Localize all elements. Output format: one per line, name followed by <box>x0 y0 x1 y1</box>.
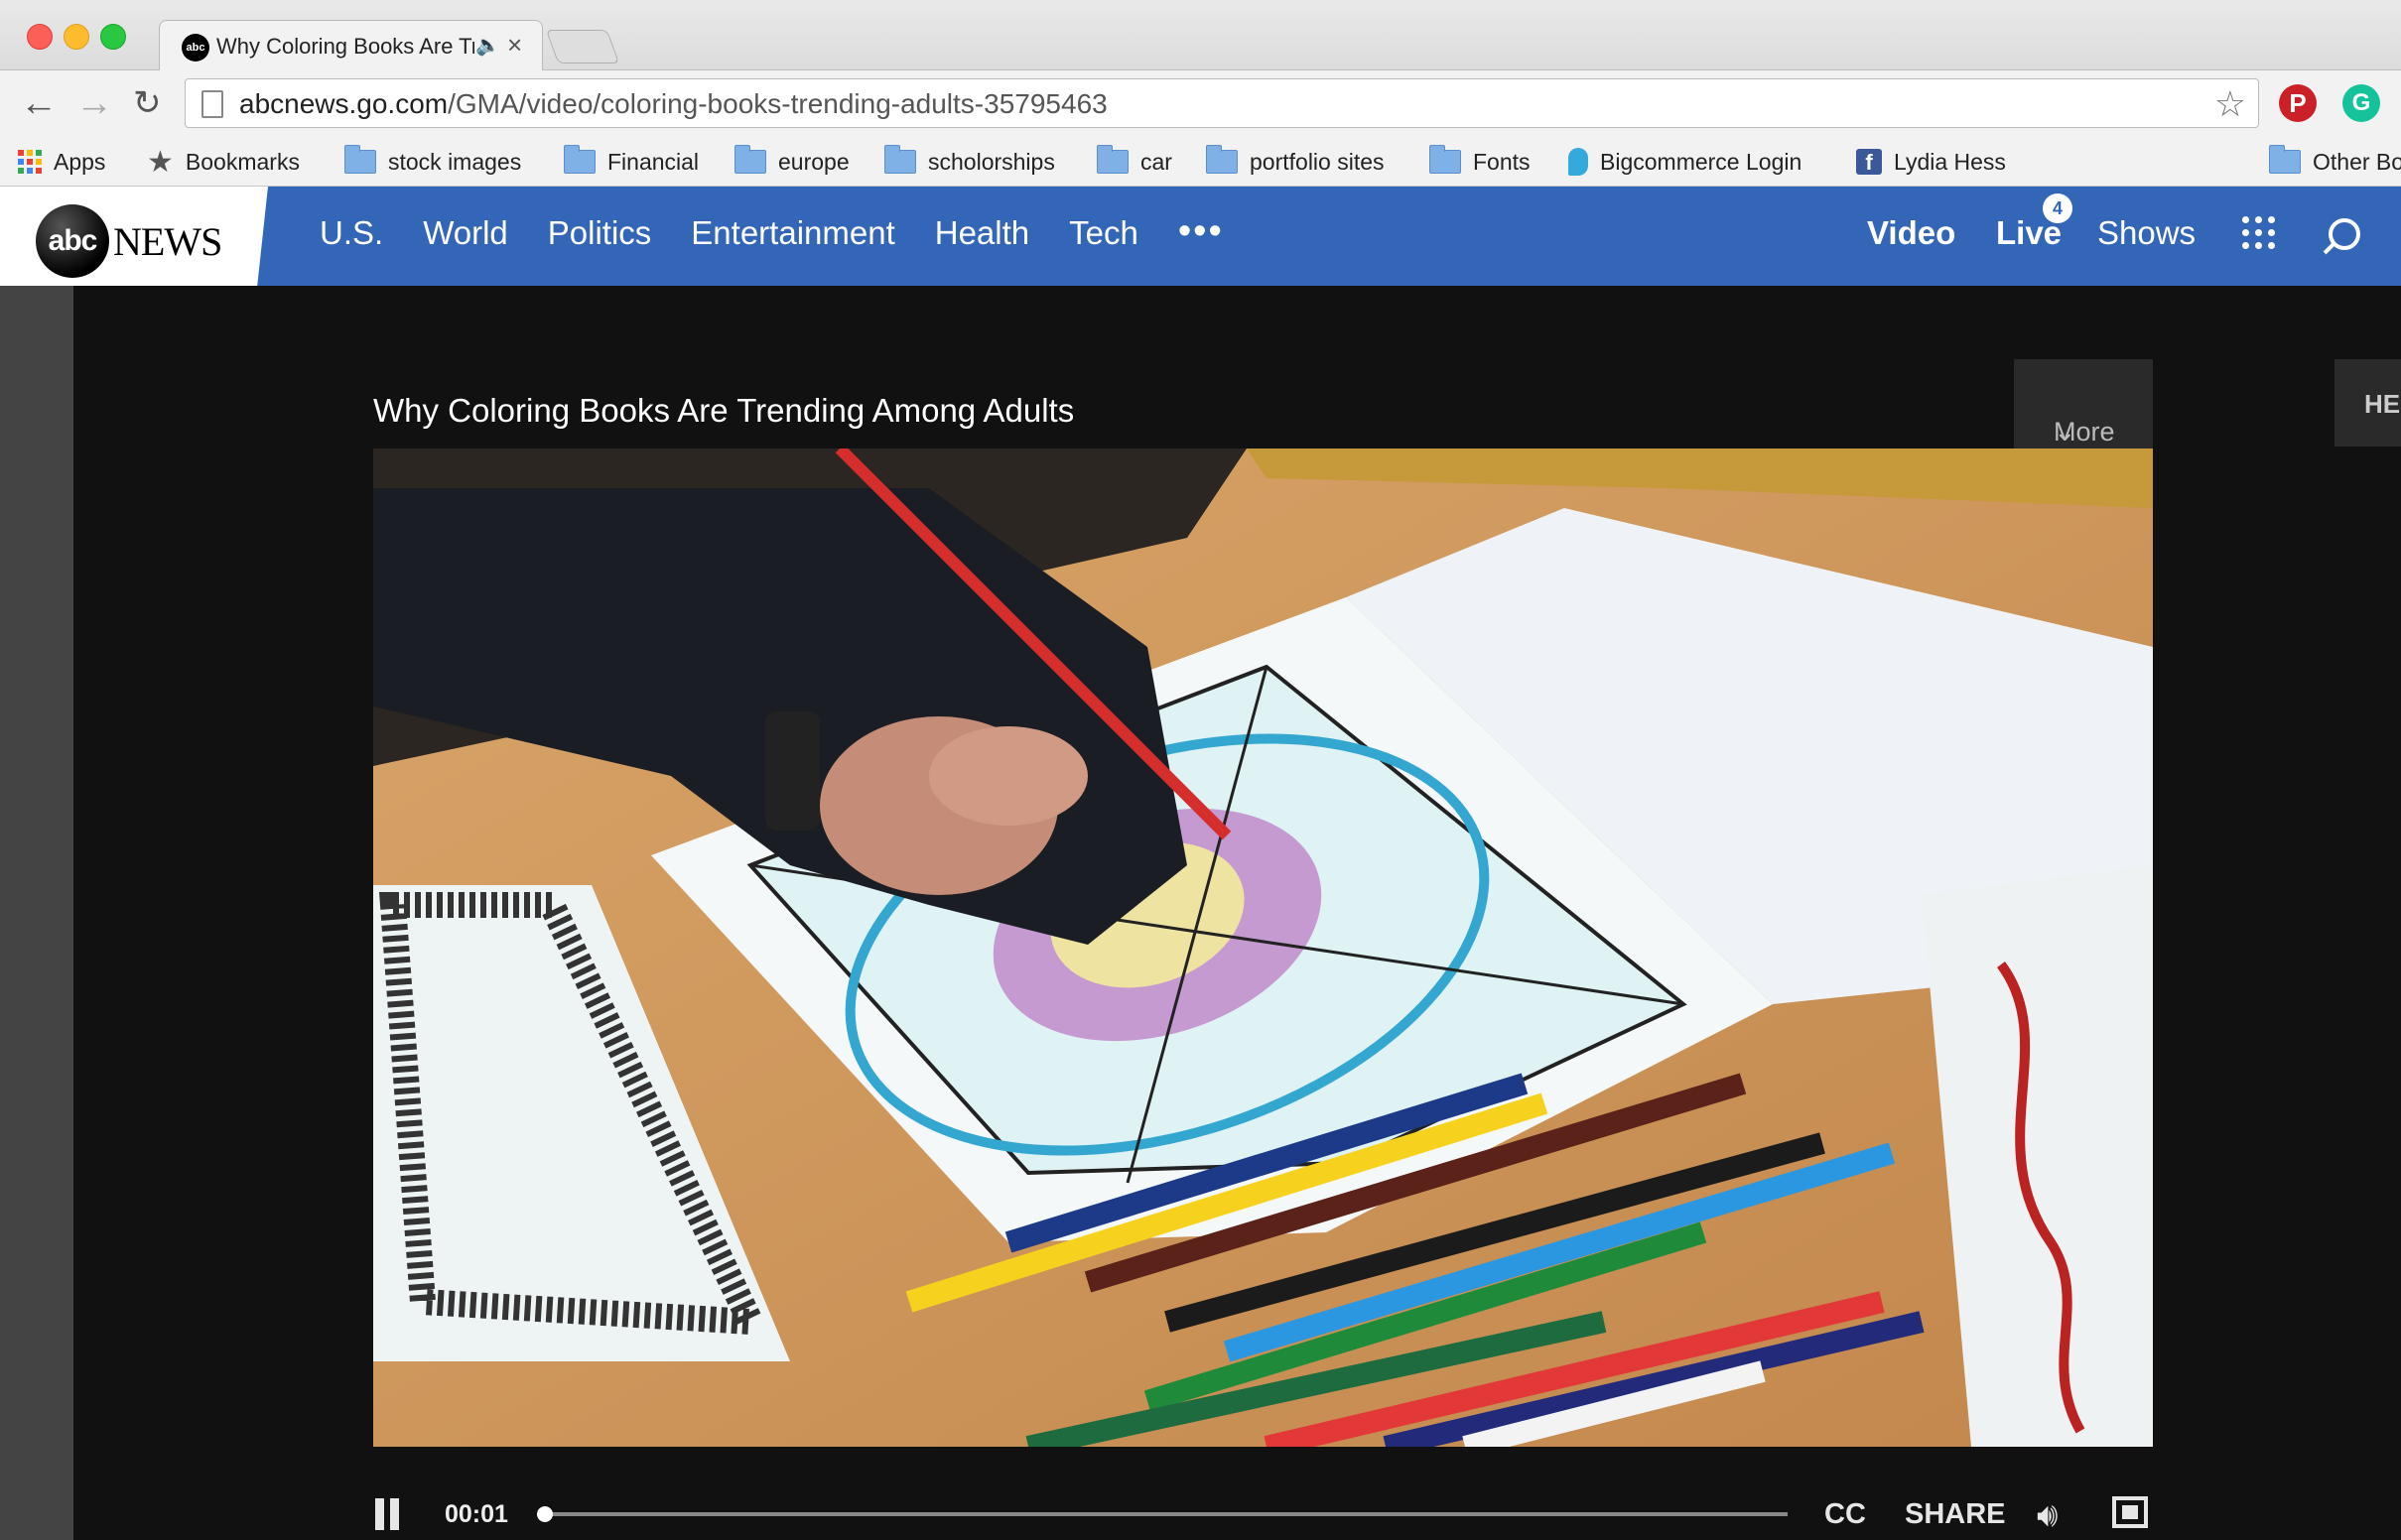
browser-chrome: abc Why Coloring Books Are Trending Amon… <box>0 0 2401 307</box>
bookmark-bigcommerce-login[interactable]: Bigcommerce Login <box>1568 146 1801 178</box>
nav-more-icon[interactable]: ••• <box>1178 212 1224 250</box>
bookmark-label: Bigcommerce Login <box>1600 148 1802 175</box>
bookmark-label: Apps <box>54 148 106 175</box>
fullscreen-icon[interactable] <box>2112 1496 2148 1528</box>
tab-close-icon[interactable]: × <box>507 30 522 61</box>
bookmark-label: portfolio sites <box>1250 148 1385 175</box>
star-icon: ★ <box>147 145 174 179</box>
side-panel-tab[interactable]: HE <box>2334 359 2401 447</box>
video-controls: 00:01 CC SHARE 🔊︎ <box>373 1478 2153 1540</box>
folder-icon <box>884 145 916 174</box>
share-button[interactable]: SHARE <box>1905 1498 2006 1531</box>
side-tab-label: HE <box>2364 389 2401 419</box>
new-tab-button[interactable] <box>545 30 620 64</box>
bookmark-apps[interactable]: Apps <box>18 146 105 178</box>
folder-icon <box>1429 145 1461 174</box>
browser-tab[interactable]: abc Why Coloring Books Are Trending Amon… <box>159 20 543 71</box>
bookmark-label: Fonts <box>1473 148 1531 175</box>
left-sidebar <box>0 286 73 1540</box>
bookmark-label: Bookmarks <box>185 148 300 175</box>
bookmark-label: europe <box>778 148 850 175</box>
browser-toolbar: ← → ↻ abcnews.go.com/GMA/video/coloring-… <box>0 70 2401 138</box>
live-count-badge: 4 <box>2043 193 2072 223</box>
nav-entertainment[interactable]: Entertainment <box>691 214 894 252</box>
grammarly-extension-icon[interactable]: G <box>2342 84 2380 122</box>
bookmark-scholorships[interactable]: scholorships <box>884 145 1055 178</box>
nav-us[interactable]: U.S. <box>320 214 383 252</box>
folder-icon <box>1097 145 1129 174</box>
tab-title: Why Coloring Books Are Trending Among Ad… <box>216 34 474 59</box>
video-frame-image <box>373 449 2153 1447</box>
nav-tech[interactable]: Tech <box>1069 214 1138 252</box>
reload-icon[interactable]: ↻ <box>133 86 162 120</box>
bookmark-label: Other Bo <box>2313 148 2401 175</box>
bookmark-car[interactable]: car <box>1097 145 1172 178</box>
bookmark-stock-images[interactable]: stock images <box>344 145 522 178</box>
folder-icon <box>344 145 376 174</box>
bookmarks-bar: Apps ★ Bookmarks stock images Financial … <box>0 138 2401 307</box>
zoom-window-button[interactable] <box>100 24 126 50</box>
search-icon[interactable] <box>2329 218 2360 250</box>
folder-icon <box>1206 145 1238 174</box>
bookmark-bookmarks[interactable]: ★ Bookmarks <box>147 145 300 179</box>
progress-bar[interactable] <box>536 1506 1788 1522</box>
bookmark-label: Financial <box>607 148 700 175</box>
close-window-button[interactable] <box>27 24 53 50</box>
abc-logo-icon: abc <box>36 204 109 278</box>
video-title: Why Coloring Books Are Trending Among Ad… <box>373 392 1075 429</box>
address-bar[interactable]: abcnews.go.com/GMA/video/coloring-books-… <box>185 78 2259 128</box>
progress-handle[interactable] <box>536 1506 553 1522</box>
bookmark-label: Lydia Hess <box>1894 148 2006 175</box>
pinterest-extension-icon[interactable]: P <box>2279 84 2317 122</box>
volume-icon[interactable]: 🔊︎ <box>2037 1496 2058 1535</box>
closed-captions-button[interactable]: CC <box>1824 1498 1866 1531</box>
folder-icon <box>2269 145 2301 174</box>
current-time: 00:01 <box>445 1500 508 1528</box>
bookmark-financial[interactable]: Financial <box>564 145 700 178</box>
nav-video[interactable]: Video <box>1867 214 1955 252</box>
main-nav: U.S. World Politics Entertainment Health… <box>320 212 1224 252</box>
chevron-down-icon: ⌄ <box>2054 417 2076 447</box>
bookmark-fonts[interactable]: Fonts <box>1429 145 1531 178</box>
bookmark-label: car <box>1140 148 1172 175</box>
logo-wordmark: NEWS <box>113 219 222 264</box>
nav-world[interactable]: World <box>423 214 508 252</box>
bookmark-portfolio-sites[interactable]: portfolio sites <box>1206 145 1385 178</box>
apps-menu-icon[interactable] <box>2242 216 2275 249</box>
facebook-icon: f <box>1856 149 1882 175</box>
bookmark-star-icon[interactable]: ☆ <box>2214 83 2246 125</box>
nav-politics[interactable]: Politics <box>548 214 652 252</box>
bookmark-label: scholorships <box>928 148 1055 175</box>
bookmark-europe[interactable]: europe <box>734 145 850 178</box>
abc-news-logo[interactable]: abc NEWS <box>0 187 268 286</box>
site-header: abc NEWS U.S. World Politics Entertainme… <box>0 187 2401 286</box>
minimize-window-button[interactable] <box>64 24 89 50</box>
bookmark-lydia-hess[interactable]: f Lydia Hess <box>1856 146 2006 178</box>
back-arrow-icon[interactable]: ← <box>20 84 58 122</box>
abc-favicon-icon: abc <box>182 34 209 62</box>
folder-icon <box>564 145 596 174</box>
url-text[interactable]: abcnews.go.com/GMA/video/coloring-books-… <box>239 88 1108 120</box>
pause-icon[interactable] <box>373 1498 401 1530</box>
folder-icon <box>734 145 766 174</box>
nav-health[interactable]: Health <box>935 214 1029 252</box>
more-dropdown-button[interactable]: More ⌄ <box>2014 359 2153 449</box>
forward-arrow-icon[interactable]: → <box>75 84 113 122</box>
speaker-icon[interactable]: 🔈 <box>475 33 500 58</box>
bigcommerce-icon <box>1568 148 1588 176</box>
bookmark-label: stock images <box>388 148 522 175</box>
apps-grid-icon <box>18 150 42 174</box>
title-bar: abc Why Coloring Books Are Trending Amon… <box>0 0 2401 71</box>
nav-shows[interactable]: Shows <box>2097 214 2196 252</box>
page-icon <box>201 90 223 118</box>
bookmark-other[interactable]: Other Bo <box>2269 145 2401 178</box>
video-player[interactable] <box>373 449 2153 1447</box>
